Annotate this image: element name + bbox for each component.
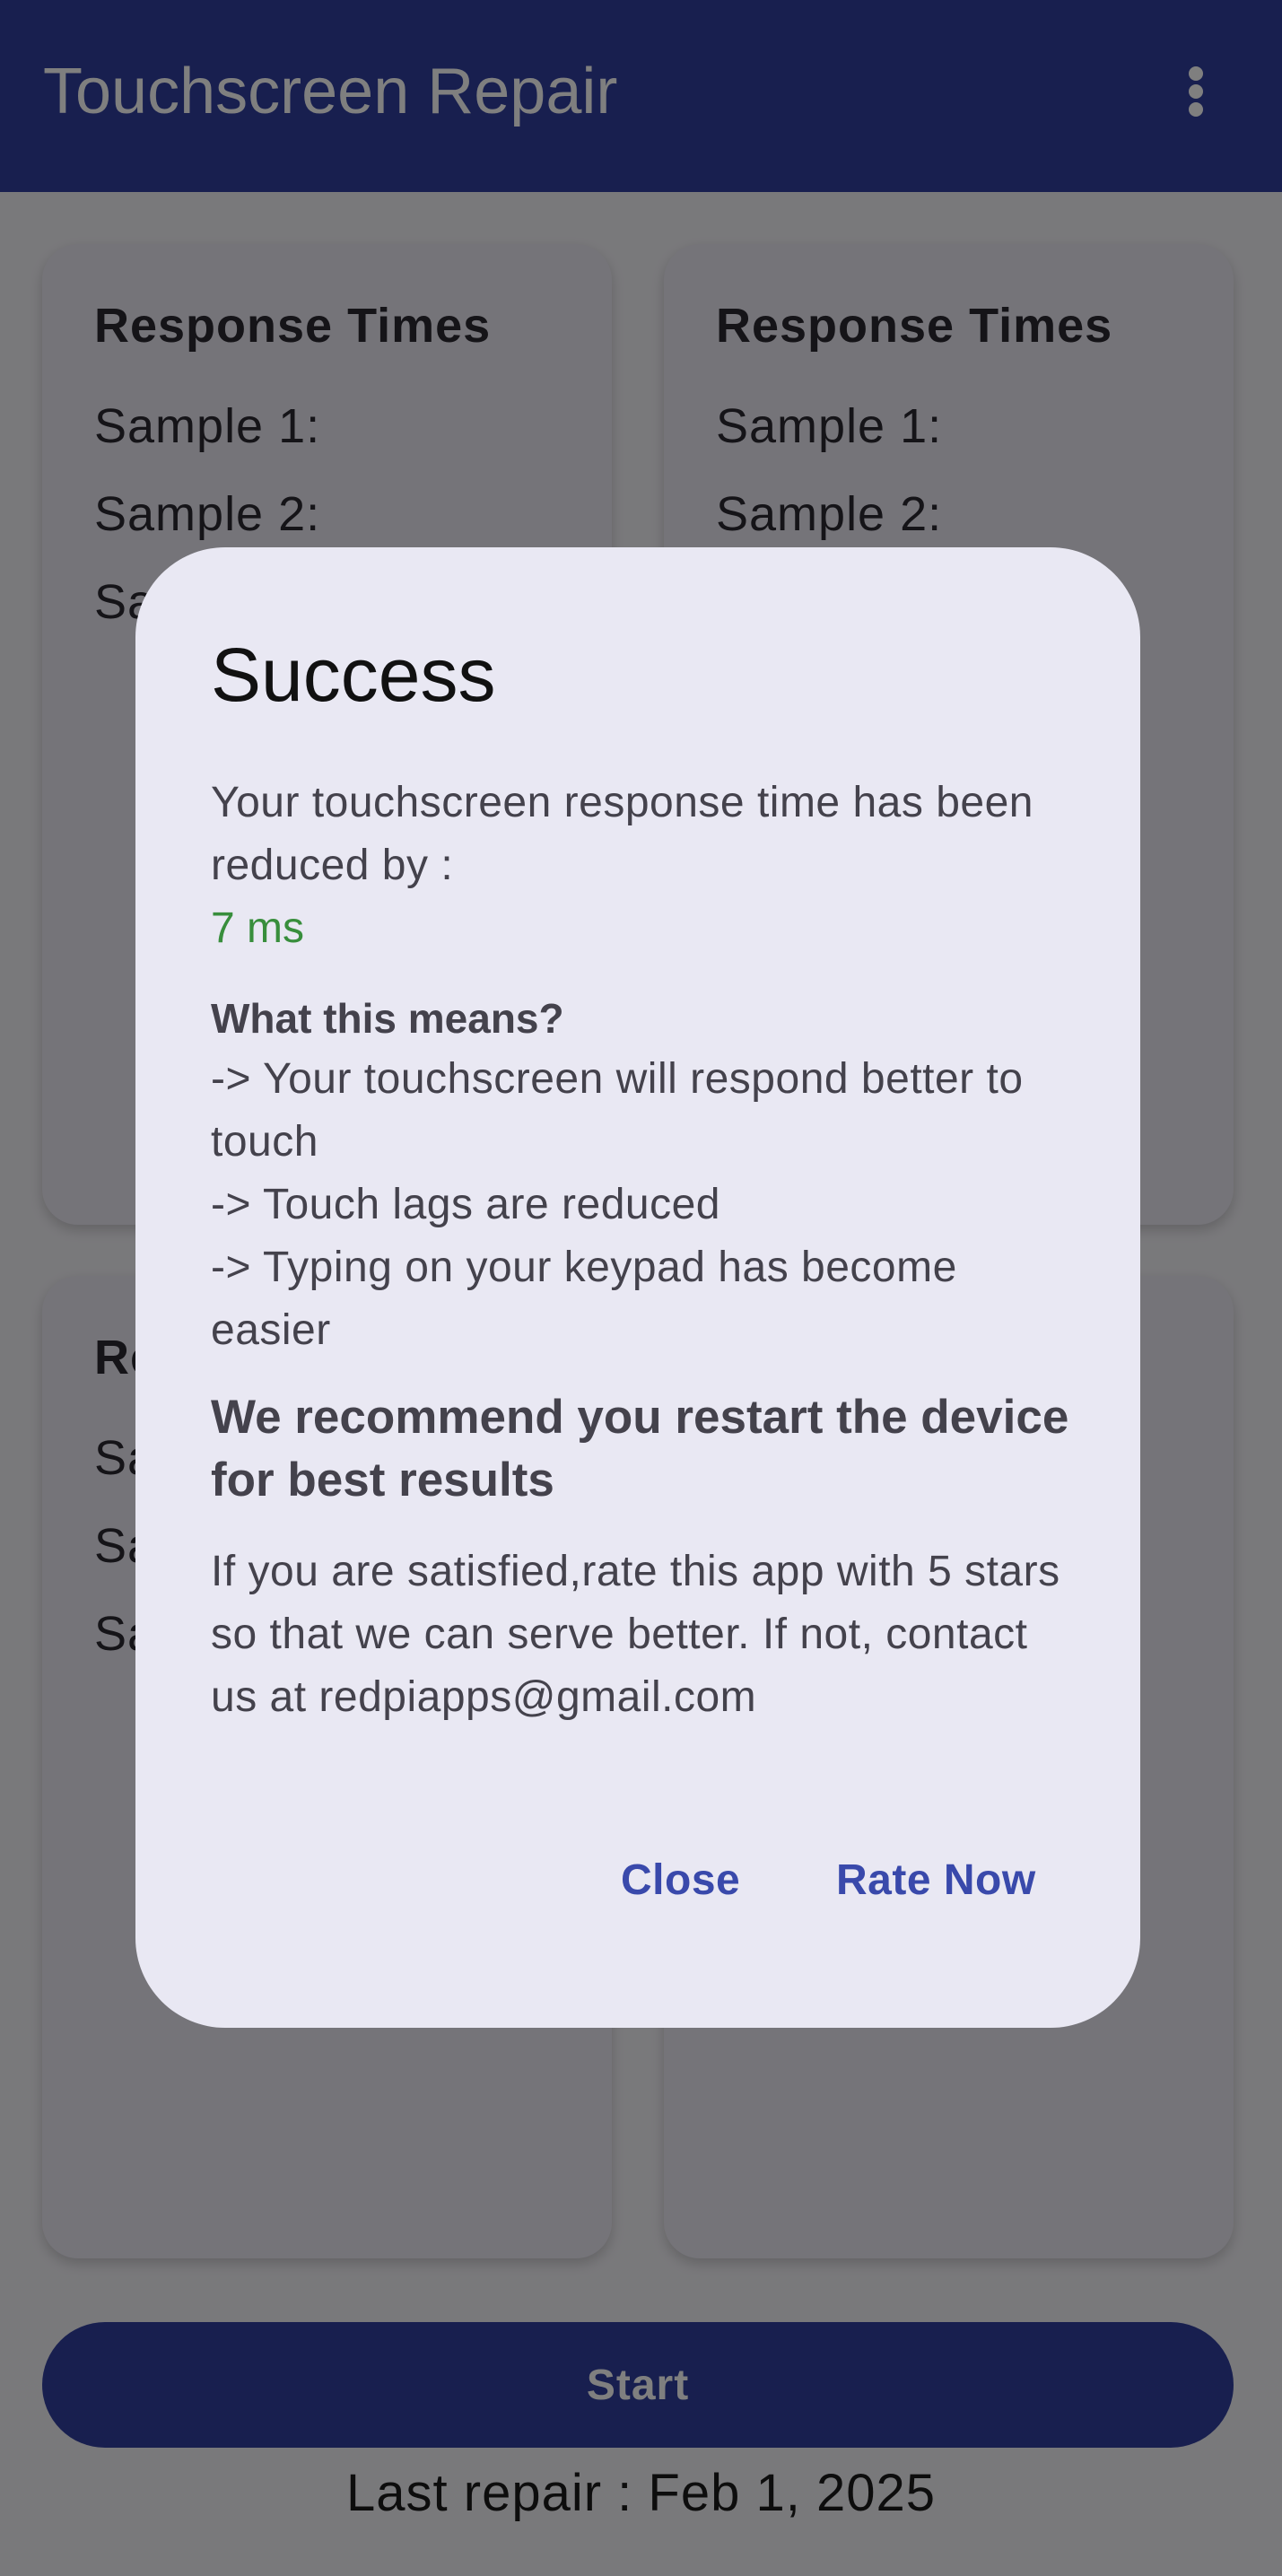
reduction-intro: Your touchscreen response time has been … (211, 779, 1033, 889)
meaning-heading: What this means? (211, 995, 564, 1042)
meaning-line-1: -> Your touchscreen will respond better … (211, 1055, 1024, 1166)
dialog-title: Success (211, 633, 496, 717)
rate-now-button[interactable]: Rate Now (829, 1830, 1043, 1929)
meaning-line-2: -> Touch lags are reduced (211, 1181, 720, 1228)
restart-recommendation: We recommend you restart the device for … (211, 1391, 1069, 1506)
rate-message: If you are satisfied,rate this app with … (211, 1548, 1060, 1721)
reduction-value: 7 ms (211, 904, 305, 952)
meaning-line-3: -> Typing on your keypad has become easi… (211, 1244, 957, 1354)
success-dialog: Success Your touchscreen response time h… (135, 547, 1140, 2028)
close-button[interactable]: Close (614, 1830, 747, 1929)
